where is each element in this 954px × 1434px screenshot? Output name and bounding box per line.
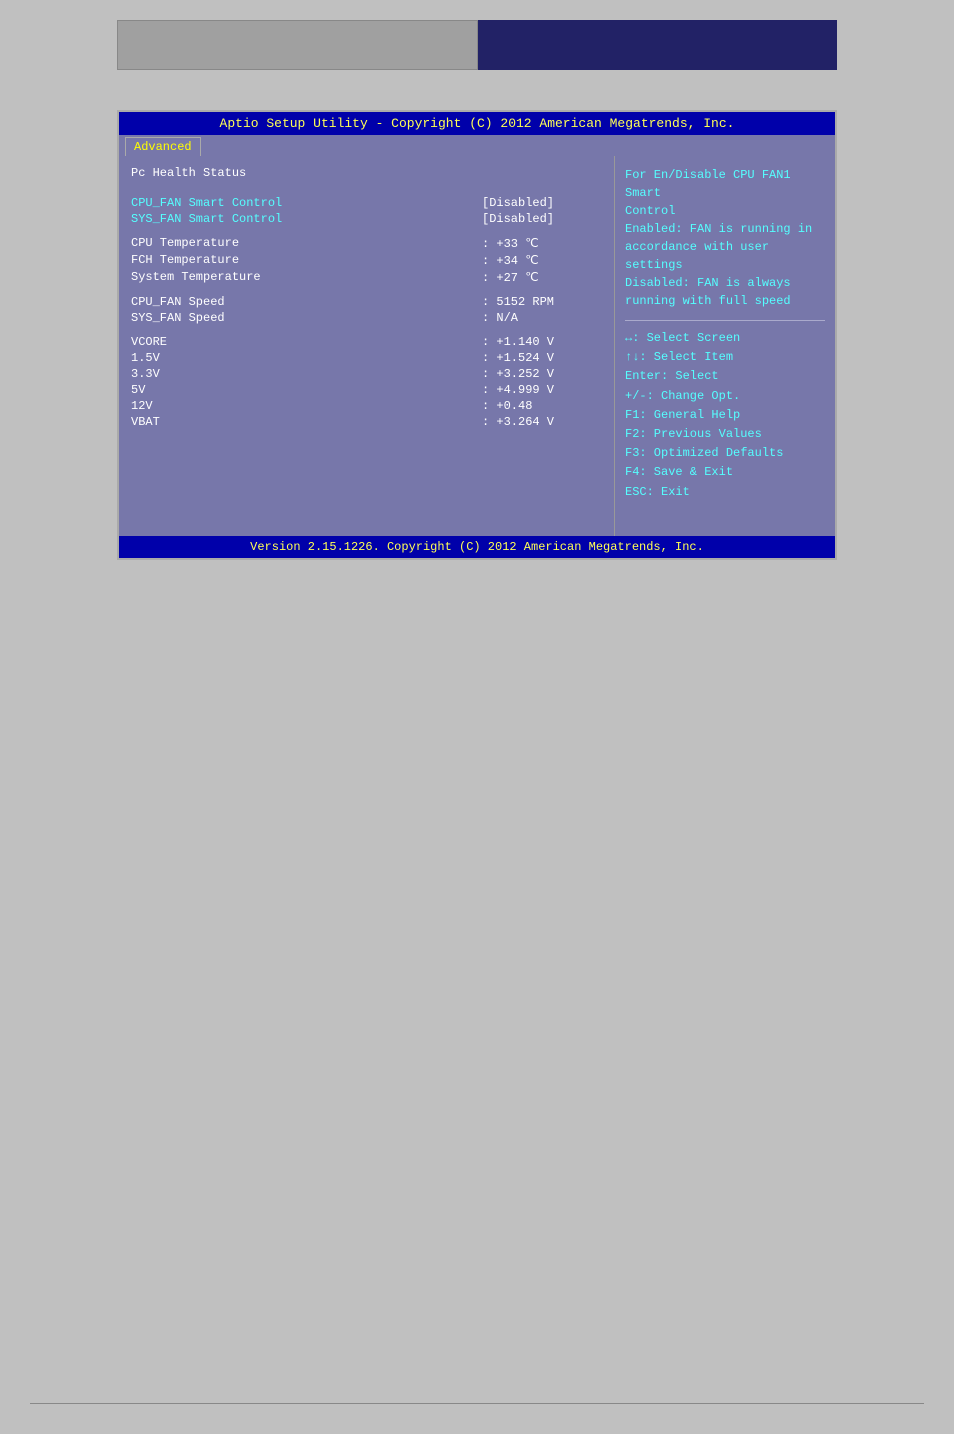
footer-version: Version 2.15.1226. Copyright (C) 2012 Am…	[250, 540, 704, 554]
v12-label: 12V	[131, 399, 153, 413]
v15-label: 1.5V	[131, 351, 160, 365]
v12-value: : +0.48	[482, 399, 602, 413]
list-item[interactable]: SYS_FAN Smart Control [Disabled]	[131, 212, 602, 226]
cpu-temp-label: CPU Temperature	[131, 236, 239, 251]
list-item: SYS_FAN Speed : N/A	[131, 311, 602, 325]
sys-fan-smart-value: [Disabled]	[482, 212, 602, 226]
cpu-fan-speed-label: CPU_FAN Speed	[131, 295, 225, 309]
list-item: 5V : +4.999 V	[131, 383, 602, 397]
list-item: 3.3V : +3.252 V	[131, 367, 602, 381]
list-item: FCH Temperature : +34 ℃	[131, 253, 602, 268]
help-line6: running with full speed	[625, 294, 791, 308]
top-bar-right	[478, 20, 837, 70]
list-item: VBAT : +3.264 V	[131, 415, 602, 429]
top-bar-area	[0, 0, 954, 80]
cpu-fan-smart-value: [Disabled]	[482, 196, 602, 210]
list-item: 12V : +0.48	[131, 399, 602, 413]
key-select-item: ↑↓: Select Item	[625, 348, 825, 367]
cpu-fan-speed-value: : 5152 RPM	[482, 295, 602, 309]
bios-footer: Version 2.15.1226. Copyright (C) 2012 Am…	[119, 536, 835, 558]
v33-value: : +3.252 V	[482, 367, 602, 381]
section-title: Pc Health Status	[131, 166, 602, 180]
top-bar-left	[117, 20, 478, 70]
bios-right-panel: For En/Disable CPU FAN1 Smart Control En…	[615, 156, 835, 536]
sys-fan-speed-value: : N/A	[482, 311, 602, 325]
v15-value: : +1.524 V	[482, 351, 602, 365]
list-item: CPU Temperature : +33 ℃	[131, 236, 602, 251]
help-line2: Control	[625, 204, 675, 218]
help-line4: accordance with user settings	[625, 240, 769, 272]
vcore-label: VCORE	[131, 335, 167, 349]
v5-value: : +4.999 V	[482, 383, 602, 397]
help-description: For En/Disable CPU FAN1 Smart Control En…	[625, 166, 825, 310]
bios-title-bar: Aptio Setup Utility - Copyright (C) 2012…	[119, 112, 835, 135]
vbat-value: : +3.264 V	[482, 415, 602, 429]
sys-fan-smart-label: SYS_FAN Smart Control	[131, 212, 282, 226]
key-esc-exit: ESC: Exit	[625, 483, 825, 502]
key-save-exit: F4: Save & Exit	[625, 463, 825, 482]
v33-label: 3.3V	[131, 367, 160, 381]
key-general-help: F1: General Help	[625, 406, 825, 425]
bios-main: Pc Health Status CPU_FAN Smart Control […	[119, 156, 835, 536]
list-item: VCORE : +1.140 V	[131, 335, 602, 349]
fch-temp-label: FCH Temperature	[131, 253, 239, 268]
bottom-divider	[30, 1403, 924, 1404]
vcore-value: : +1.140 V	[482, 335, 602, 349]
fch-temp-value: : +34 ℃	[482, 253, 602, 268]
sys-temp-label: System Temperature	[131, 270, 261, 285]
help-line5: Disabled: FAN is always	[625, 276, 791, 290]
key-help-section: ↔: Select Screen ↑↓: Select Item Enter: …	[625, 329, 825, 502]
help-line3: Enabled: FAN is running in	[625, 222, 812, 236]
key-prev-values: F2: Previous Values	[625, 425, 825, 444]
list-item: 1.5V : +1.524 V	[131, 351, 602, 365]
list-item: CPU_FAN Speed : 5152 RPM	[131, 295, 602, 309]
bios-tabs: Advanced	[119, 135, 835, 156]
key-select-screen: ↔: Select Screen	[625, 329, 825, 348]
key-enter-select: Enter: Select	[625, 367, 825, 386]
help-divider	[625, 320, 825, 321]
sys-fan-speed-label: SYS_FAN Speed	[131, 311, 225, 325]
tab-advanced[interactable]: Advanced	[125, 137, 201, 156]
cpu-fan-smart-label: CPU_FAN Smart Control	[131, 196, 282, 210]
cpu-temp-value: : +33 ℃	[482, 236, 602, 251]
key-change-opt: +/-: Change Opt.	[625, 387, 825, 406]
list-item: System Temperature : +27 ℃	[131, 270, 602, 285]
help-line1: For En/Disable CPU FAN1 Smart	[625, 168, 791, 200]
page-wrapper: Aptio Setup Utility - Copyright (C) 2012…	[0, 0, 954, 1434]
key-opt-defaults: F3: Optimized Defaults	[625, 444, 825, 463]
vbat-label: VBAT	[131, 415, 160, 429]
sys-temp-value: : +27 ℃	[482, 270, 602, 285]
v5-label: 5V	[131, 383, 145, 397]
bios-title: Aptio Setup Utility - Copyright (C) 2012…	[220, 116, 735, 131]
list-item[interactable]: CPU_FAN Smart Control [Disabled]	[131, 196, 602, 210]
bios-container: Aptio Setup Utility - Copyright (C) 2012…	[117, 110, 837, 560]
bios-left-panel: Pc Health Status CPU_FAN Smart Control […	[119, 156, 615, 536]
